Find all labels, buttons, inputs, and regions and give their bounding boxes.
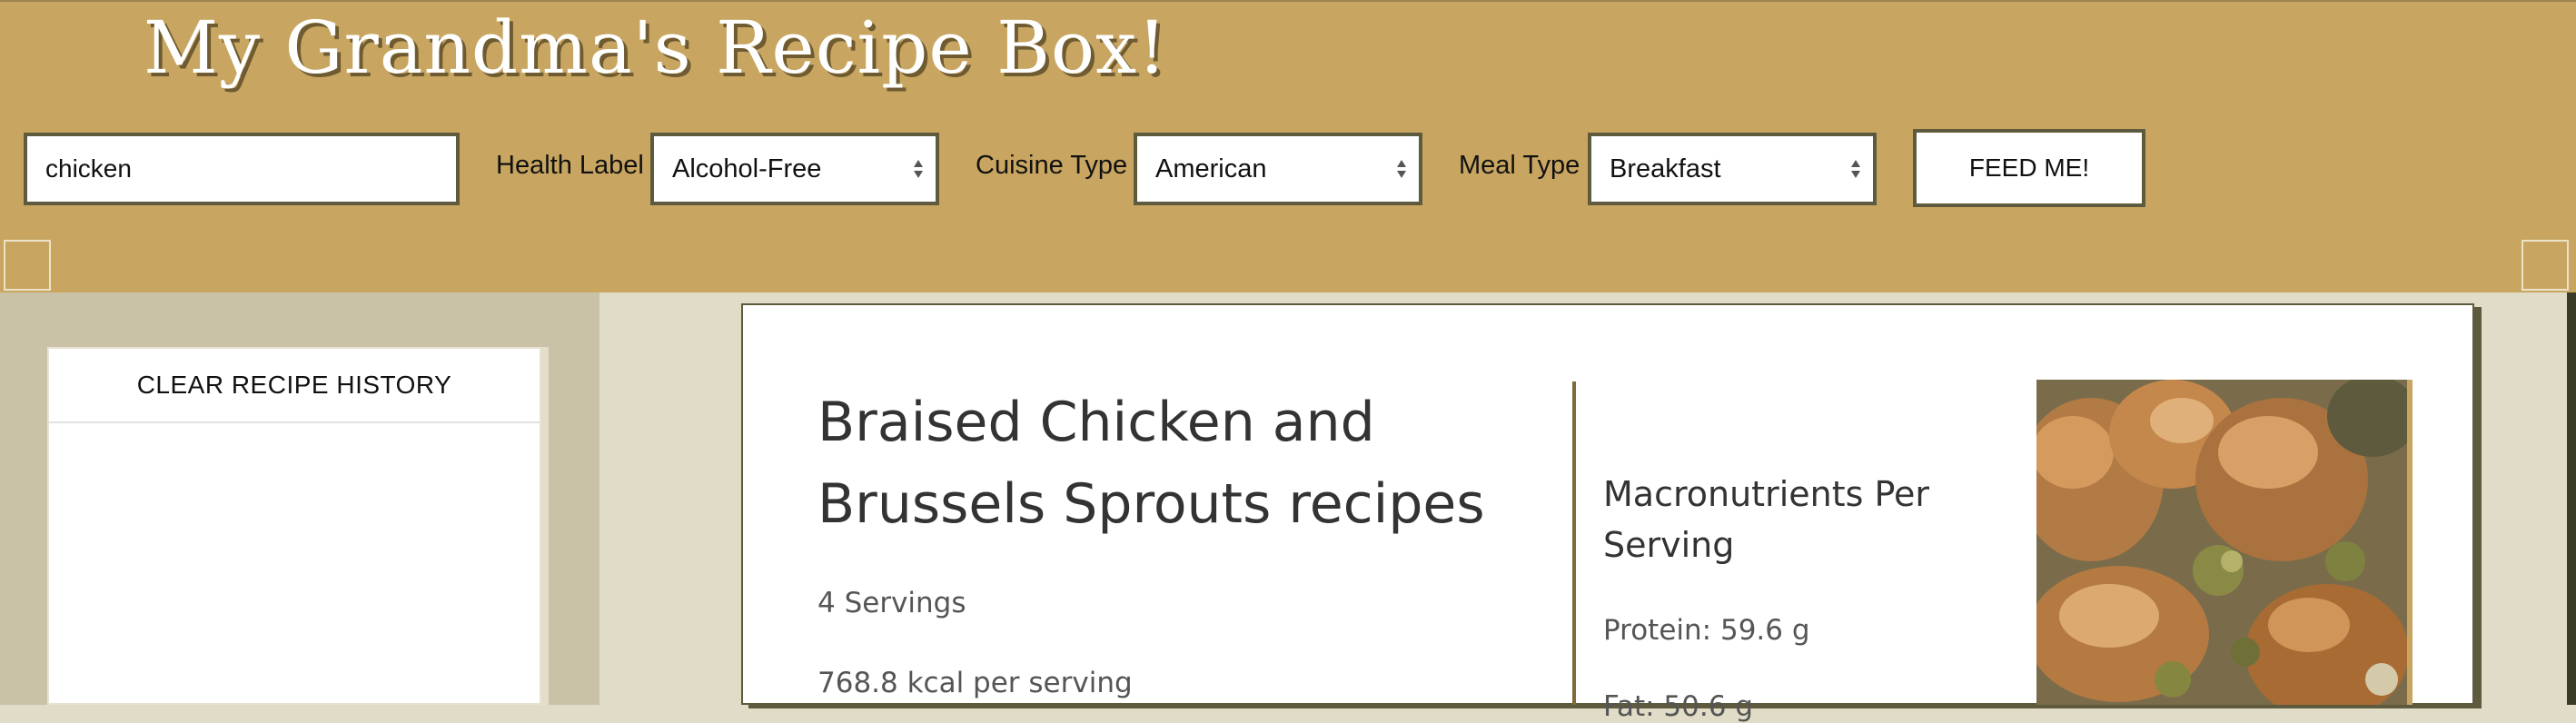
health-label-value: Alcohol-Free (672, 154, 822, 183)
site-header: My Grandma's Recipe Box! Health Label Al… (0, 0, 2576, 292)
right-edge-bar (2567, 292, 2576, 705)
macronutrients-heading: Macronutrients Per Serving (1603, 474, 1930, 565)
health-label-select[interactable]: Alcohol-Free (650, 133, 939, 205)
cuisine-type-label: Cuisine Type (976, 151, 1128, 180)
search-input[interactable] (24, 133, 460, 205)
cuisine-type-select[interactable]: American (1134, 133, 1422, 205)
recipe-calories: 768.8 kcal per serving (817, 667, 1133, 699)
select-arrows-icon (1851, 160, 1860, 178)
recipe-divider (1572, 381, 1576, 705)
macro-protein: Protein: 59.6 g (1603, 614, 1810, 647)
recipe-image-frame (2036, 380, 2407, 705)
cuisine-type-value: American (1155, 154, 1267, 183)
meal-type-label: Meal Type (1459, 151, 1580, 180)
select-arrows-icon (1397, 160, 1406, 178)
clear-history-button[interactable]: CLEAR RECIPE HISTORY (49, 349, 540, 423)
meal-type-value: Breakfast (1610, 154, 1721, 183)
feed-me-button[interactable]: FEED ME! (1913, 129, 2145, 207)
corner-ornament (2522, 240, 2569, 291)
recipe-history-panel: CLEAR RECIPE HISTORY (47, 347, 541, 705)
site-title: My Grandma's Recipe Box! (144, 5, 1168, 90)
meal-type-select[interactable]: Breakfast (1588, 133, 1877, 205)
macro-fat: Fat: 50.6 g (1603, 690, 1753, 723)
select-arrows-icon (914, 160, 923, 178)
recipe-title: Braised Chicken and Brussels Sprouts rec… (817, 391, 1485, 536)
recipe-photo-icon[interactable] (2036, 380, 2407, 705)
health-label-label: Health Label (496, 151, 644, 180)
corner-ornament (4, 240, 51, 291)
recipe-servings: 4 Servings (817, 587, 966, 619)
